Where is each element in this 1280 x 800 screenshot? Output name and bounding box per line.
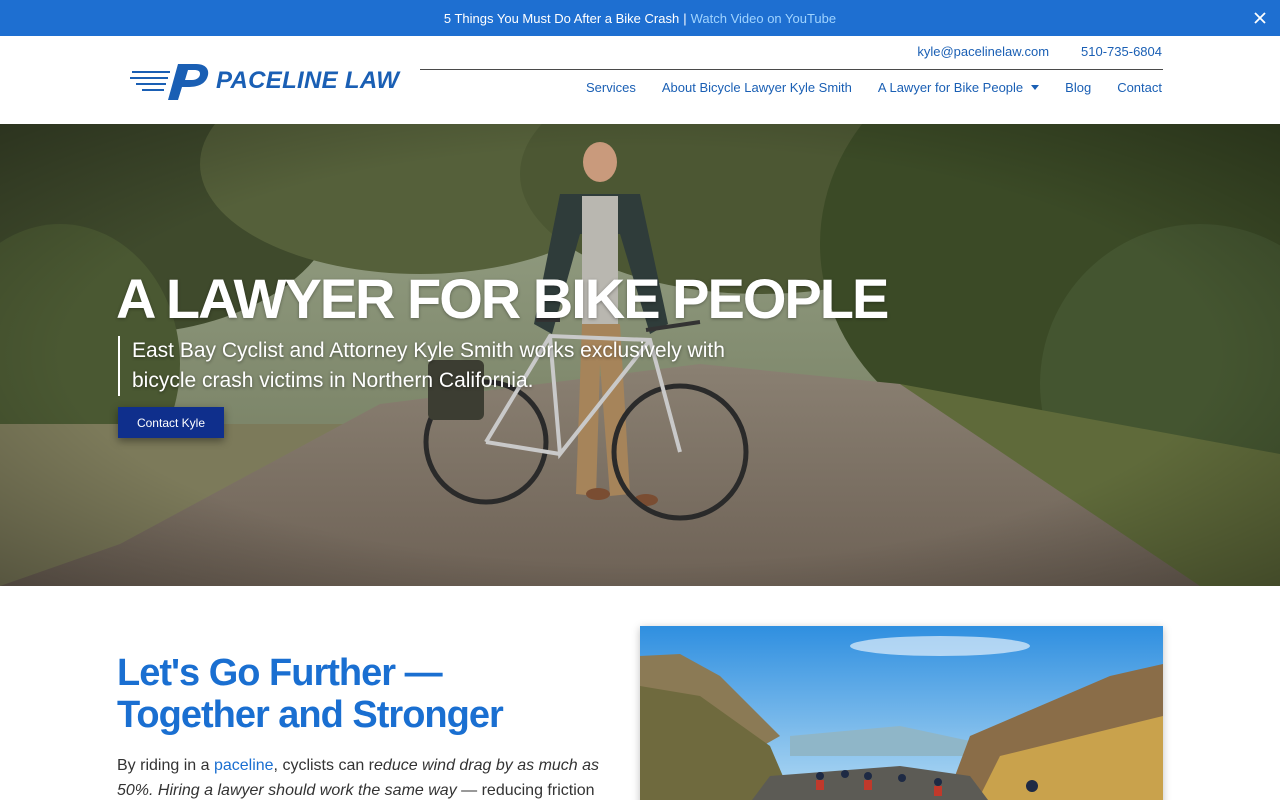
intro-paragraph: By riding in a paceline, cyclists can re…: [117, 753, 617, 800]
nav-item-label: A Lawyer for Bike People: [877, 80, 1024, 95]
youtube-video-link[interactable]: Watch Video on YouTube: [691, 11, 837, 26]
cyclists-photo: [640, 626, 1163, 800]
contact-kyle-button[interactable]: Contact Kyle: [118, 407, 224, 438]
chevron-down-icon: [1031, 85, 1040, 90]
site-header: PACELINE LAW kyle@pacelinelaw.com 510-73…: [0, 36, 1280, 124]
intro-title-line2: Together and Stronger: [117, 694, 504, 736]
announcement-separator: |: [683, 10, 687, 26]
intro-text-prefix: By riding in a: [117, 757, 214, 774]
announcement-text: 5 Things You Must Do After a Bike Crash: [443, 10, 680, 26]
phone-link[interactable]: 510-735-6804: [1081, 44, 1162, 59]
header-divider: [420, 69, 1163, 70]
paceline-logo-icon: [130, 64, 209, 100]
nav-item-blog[interactable]: Blog: [1065, 80, 1091, 95]
nav-item-contact[interactable]: Contact: [1117, 80, 1162, 95]
nav-item-lawyer-for-bike-people[interactable]: A Lawyer for Bike People: [877, 80, 1040, 95]
intro-text-mid: , cyclists can r: [273, 757, 375, 774]
nav-item-services[interactable]: Services: [586, 80, 636, 95]
intro-title: Let's Go Further — Together and Stronger: [117, 652, 504, 736]
logo[interactable]: PACELINE LAW: [130, 60, 399, 102]
hero-subtitle: East Bay Cyclist and Attorney Kyle Smith…: [118, 336, 738, 396]
intro-title-line1: Let's Go Further —: [117, 652, 443, 694]
contact-links: kyle@pacelinelaw.com 510-735-6804: [917, 44, 1162, 59]
cyclists-photo-illustration: [640, 626, 1163, 800]
main-nav: Services About Bicycle Lawyer Kyle Smith…: [586, 80, 1162, 95]
email-link[interactable]: kyle@pacelinelaw.com: [917, 44, 1049, 59]
nav-item-about[interactable]: About Bicycle Lawyer Kyle Smith: [662, 80, 852, 95]
hero-title: A LAWYER FOR BIKE PEOPLE: [116, 267, 889, 330]
paceline-link[interactable]: paceline: [214, 757, 274, 774]
intro-text-suffix: — reducing friction: [456, 782, 595, 799]
announcement-bar: 5 Things You Must Do After a Bike Crash …: [0, 0, 1280, 36]
hero-section: A LAWYER FOR BIKE PEOPLE East Bay Cyclis…: [0, 124, 1280, 586]
logo-text: PACELINE LAW: [216, 67, 400, 94]
close-icon[interactable]: [1250, 8, 1270, 28]
